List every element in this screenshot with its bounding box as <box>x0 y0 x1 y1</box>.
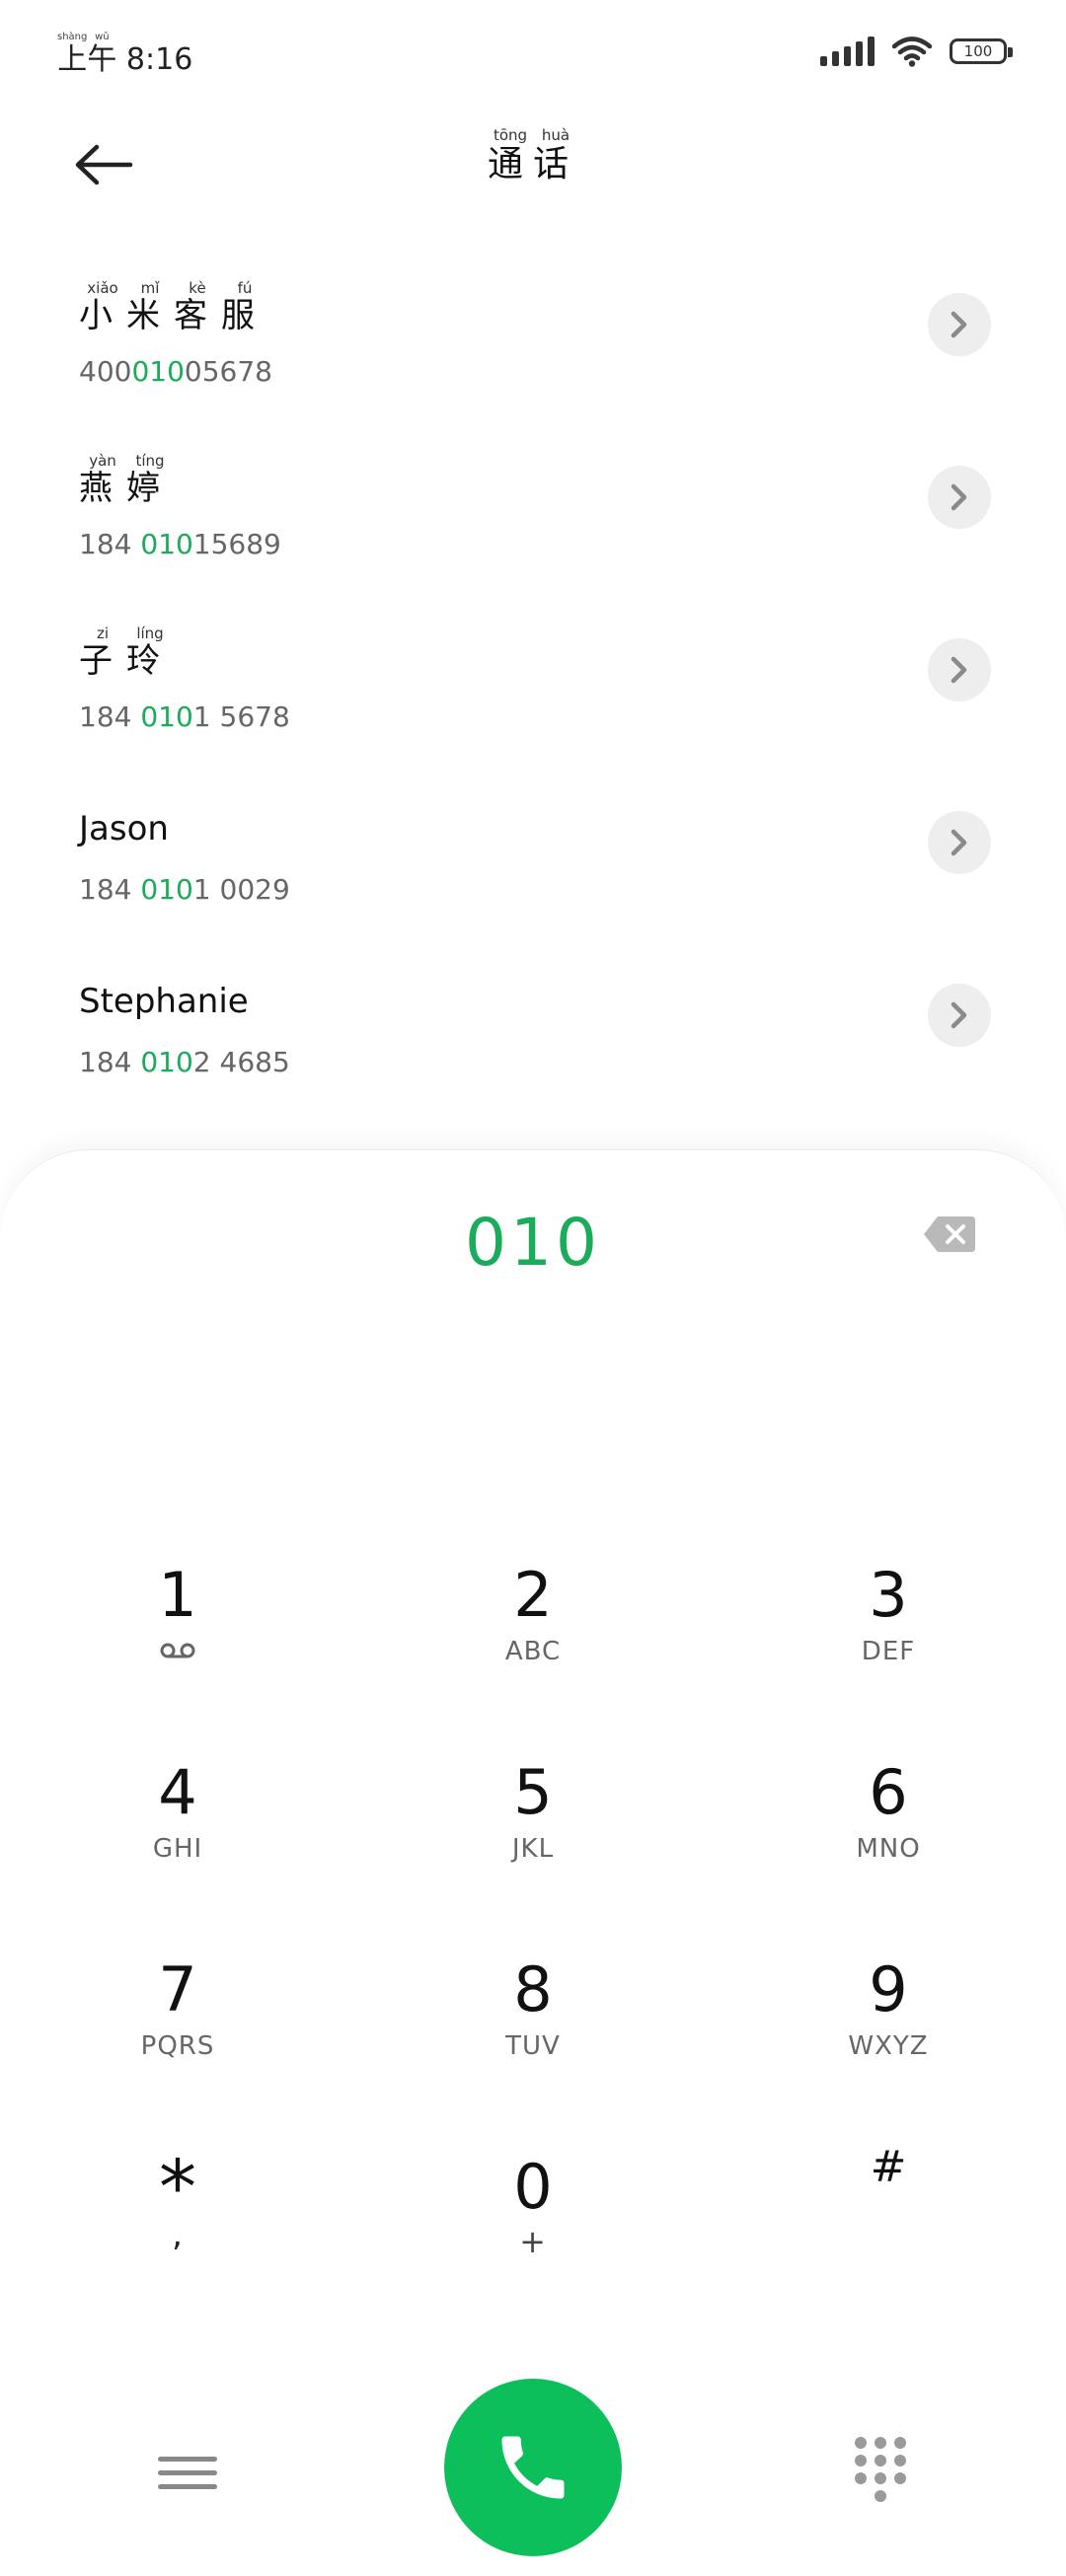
key-9[interactable]: 9 WXYZ <box>770 1954 1007 2122</box>
keypad-icon <box>855 2437 906 2502</box>
contact-name: Jason <box>79 809 169 848</box>
chevron-right-icon <box>951 311 967 338</box>
dial-input[interactable]: 010 <box>0 1205 1066 1281</box>
contact-row[interactable]: Stephanie 184 0102 4685 <box>0 942 1066 1115</box>
keypad-toggle-button[interactable] <box>851 2433 910 2507</box>
status-bar: 上shàng午wǔ 8:16 100 <box>0 0 1066 109</box>
contact-number: 184 0101 5678 <box>79 700 290 733</box>
key-letters: MNO <box>856 1834 921 1864</box>
wifi-icon <box>892 37 932 67</box>
chevron-right-icon <box>951 483 967 511</box>
bottom-bar <box>0 2379 1066 2576</box>
contact-number: 184 01015689 <box>79 528 281 560</box>
chevron-right-icon <box>951 1001 967 1029</box>
key-letters: TUV <box>505 2031 561 2061</box>
key-3[interactable]: 3 DEF <box>770 1560 1007 1728</box>
contact-number: 184 0102 4685 <box>79 1046 290 1078</box>
contact-detail-button[interactable] <box>928 811 991 874</box>
key-8[interactable]: 8 TUV <box>415 1954 651 2122</box>
contact-detail-button[interactable] <box>928 466 991 529</box>
backspace-button[interactable] <box>922 1214 977 1254</box>
key-4[interactable]: 4 GHI <box>59 1757 296 1925</box>
key-letters: PQRS <box>140 2031 215 2061</box>
chevron-right-icon <box>951 829 967 856</box>
key-star[interactable]: * , <box>59 2143 296 2319</box>
key-digit: # <box>870 2142 907 2192</box>
key-digit: 3 <box>869 1559 908 1631</box>
key-letters: , <box>172 2215 184 2254</box>
status-time: 上shàng午wǔ 8:16 <box>57 32 193 77</box>
battery-icon: 100 <box>950 38 1013 64</box>
key-letters: ABC <box>504 1637 562 1666</box>
key-2[interactable]: 2 ABC <box>415 1560 651 1728</box>
key-digit: * <box>159 2143 196 2231</box>
chevron-right-icon <box>951 656 967 684</box>
header: 通tōng话huà <box>0 109 1066 217</box>
status-time-value: 8:16 <box>125 42 193 77</box>
contact-row[interactable]: 燕yàn婷tíng 184 01015689 <box>0 424 1066 597</box>
contact-name: 燕yàn婷tíng <box>79 452 174 508</box>
dial-sheet: 010 1 2 ABC 3 DEF 4 GHI 5 JKL 6 MNO 7 PQ… <box>0 1149 1066 2556</box>
page-title: 通tōng话huà <box>487 126 579 184</box>
key-0[interactable]: 0 + <box>415 2152 651 2319</box>
key-digit: 1 <box>158 1559 197 1631</box>
contact-detail-button[interactable] <box>928 638 991 701</box>
contact-row[interactable]: Jason 184 0101 0029 <box>0 770 1066 942</box>
contact-row[interactable]: 子zi玲líng 184 0101 5678 <box>0 597 1066 770</box>
contact-detail-button[interactable] <box>928 293 991 356</box>
key-letters: JKL <box>511 1834 555 1864</box>
phone-icon <box>501 2436 565 2499</box>
key-1[interactable]: 1 <box>59 1560 296 1728</box>
battery-level: 100 <box>963 42 993 60</box>
key-digit: 4 <box>158 1756 197 1828</box>
menu-button[interactable] <box>158 2443 217 2502</box>
key-digit: 7 <box>158 1953 197 2025</box>
voicemail-icon <box>160 1643 195 1658</box>
contact-name: 小xiǎo米mǐ客kè服fú <box>79 279 268 335</box>
key-letters: + <box>519 2223 547 2260</box>
contact-name: Stephanie <box>79 982 249 1021</box>
key-digit: 6 <box>869 1756 908 1828</box>
menu-icon <box>158 2456 217 2462</box>
contact-list: 小xiǎo米mǐ客kè服fú 40001005678 燕yàn婷tíng 184… <box>0 252 1066 1115</box>
key-letters: WXYZ <box>848 2031 929 2061</box>
key-letters: DEF <box>861 1637 916 1666</box>
contact-number: 184 0101 0029 <box>79 873 290 906</box>
key-digit: 5 <box>513 1756 553 1828</box>
status-icons: 100 <box>820 32 1013 71</box>
key-letters: GHI <box>152 1834 203 1864</box>
signal-icon <box>820 37 875 66</box>
key-6[interactable]: 6 MNO <box>770 1757 1007 1925</box>
contact-name: 子zi玲líng <box>79 625 174 681</box>
key-digit: 0 <box>513 2151 553 2223</box>
key-7[interactable]: 7 PQRS <box>59 1954 296 2122</box>
key-digit: 9 <box>869 1953 908 2025</box>
call-button[interactable] <box>444 2379 622 2556</box>
contact-detail-button[interactable] <box>928 984 991 1047</box>
contact-number: 40001005678 <box>79 355 272 388</box>
backspace-icon <box>924 1216 975 1252</box>
key-hash[interactable]: # <box>770 2132 1007 2300</box>
key-5[interactable]: 5 JKL <box>415 1757 651 1925</box>
contact-row[interactable]: 小xiǎo米mǐ客kè服fú 40001005678 <box>0 252 1066 424</box>
key-digit: 2 <box>513 1559 553 1631</box>
key-digit: 8 <box>513 1953 553 2025</box>
